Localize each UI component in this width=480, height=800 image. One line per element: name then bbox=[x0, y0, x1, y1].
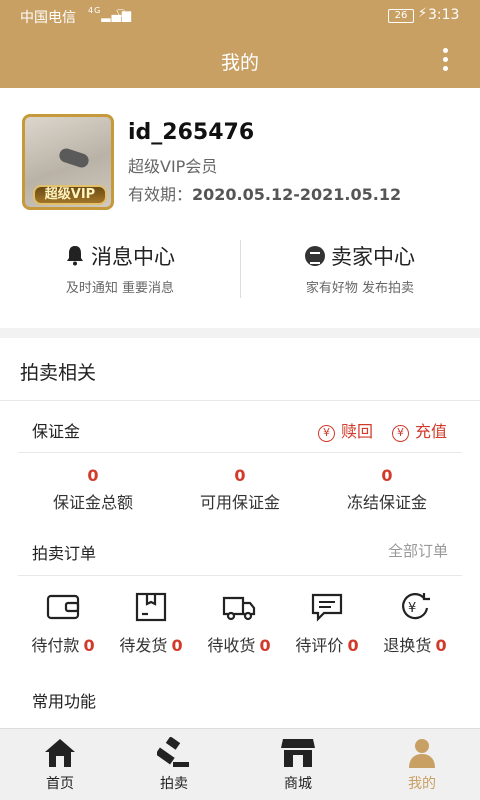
deposit-total[interactable]: 0 保证金总额 bbox=[18, 466, 168, 513]
common-functions-label: 常用功能 bbox=[32, 692, 97, 711]
avatar-figure bbox=[57, 146, 91, 170]
seller-center-subtitle: 家有好物 发布拍卖 bbox=[305, 281, 415, 296]
validity-value: 2020.05.12-2021.05.12 bbox=[192, 185, 402, 204]
tab-label: 商城 bbox=[284, 776, 312, 792]
more-menu-button[interactable] bbox=[432, 44, 460, 76]
order-state-count: 0 bbox=[259, 636, 271, 655]
order-state-label: 待付款 bbox=[31, 636, 80, 655]
coins-icon bbox=[305, 246, 325, 266]
network-type-label: 4G bbox=[88, 6, 102, 15]
deposit-frozen[interactable]: 0 冻结保证金 bbox=[312, 466, 462, 513]
membership-level: 超级VIP会员 bbox=[128, 157, 218, 176]
battery-level: 26 bbox=[394, 10, 408, 21]
order-state-label: 待评价 bbox=[295, 636, 344, 655]
home-icon bbox=[45, 739, 75, 767]
stat-label: 可用保证金 bbox=[199, 493, 280, 512]
wifi-icon: ⌔ bbox=[114, 6, 128, 22]
gavel-icon bbox=[157, 737, 189, 767]
tab-store[interactable]: 商城 bbox=[238, 737, 358, 793]
membership-validity: 有效期：2020.05.12-2021.05.12 bbox=[128, 181, 401, 205]
stat-value: 0 bbox=[234, 466, 246, 485]
order-pending-payment[interactable]: 待付款 0 bbox=[18, 592, 108, 656]
auction-orders-label: 拍卖订单 bbox=[32, 544, 97, 563]
page-title: 我的 bbox=[220, 52, 259, 74]
vip-badge: 超级VIP bbox=[33, 185, 107, 205]
recharge-label: 充值 bbox=[415, 422, 448, 441]
order-pending-review[interactable]: 待评价 0 bbox=[282, 592, 372, 656]
tab-label: 我的 bbox=[408, 776, 436, 792]
user-id: id_265476 bbox=[128, 120, 255, 145]
recharge-button[interactable]: ¥ 充值 bbox=[392, 418, 447, 442]
deposit-label: 保证金 bbox=[32, 422, 81, 441]
tab-auction[interactable]: 拍卖 bbox=[114, 737, 234, 793]
order-pending-shipment[interactable]: 待发货 0 bbox=[106, 592, 196, 656]
seller-center-title: 卖家中心 bbox=[331, 245, 415, 269]
stat-value: 0 bbox=[87, 466, 99, 485]
stat-label: 冻结保证金 bbox=[346, 493, 427, 512]
redeem-icon: ¥ bbox=[318, 425, 335, 442]
more-dot-icon bbox=[443, 48, 448, 53]
profile-card: 超级VIP id_265476 超级VIP会员 有效期：2020.05.12-2… bbox=[0, 88, 480, 328]
charging-icon: ⚡ bbox=[418, 6, 428, 21]
bell-icon bbox=[67, 246, 83, 266]
order-state-count: 0 bbox=[347, 636, 359, 655]
validity-label: 有效期： bbox=[128, 185, 193, 204]
battery-icon: 26 bbox=[388, 9, 414, 23]
order-state-count: 0 bbox=[83, 636, 95, 655]
truck-icon bbox=[222, 596, 256, 621]
tab-label: 首页 bbox=[46, 776, 74, 792]
all-orders-link[interactable]: 全部订单 bbox=[388, 540, 448, 561]
divider bbox=[0, 400, 480, 401]
divider bbox=[18, 575, 462, 576]
recharge-icon: ¥ bbox=[392, 425, 409, 442]
status-bar: 中国电信 4G▂▄▆ ⌔ 26 ⚡ 3:13 bbox=[0, 0, 480, 32]
stat-label: 保证金总额 bbox=[52, 493, 133, 512]
refund-icon: ¥ bbox=[402, 593, 430, 620]
bottom-tab-bar: 首页 拍卖 商城 我的 bbox=[0, 728, 480, 800]
deposit-available[interactable]: 0 可用保证金 bbox=[165, 466, 315, 513]
message-center-button[interactable]: 消息中心 及时通知 重要消息 bbox=[0, 241, 240, 296]
tab-home[interactable]: 首页 bbox=[0, 737, 120, 793]
order-returns[interactable]: ¥ 退换货 0 bbox=[370, 592, 460, 656]
message-center-title: 消息中心 bbox=[91, 245, 175, 269]
avatar[interactable]: 超级VIP bbox=[22, 114, 114, 210]
svg-text:¥: ¥ bbox=[408, 601, 416, 616]
order-state-label: 退换货 bbox=[383, 636, 432, 655]
store-icon bbox=[281, 739, 315, 767]
order-state-count: 0 bbox=[171, 636, 183, 655]
order-state-label: 待发货 bbox=[119, 636, 168, 655]
package-icon bbox=[135, 592, 167, 622]
section-title: 拍卖相关 bbox=[20, 362, 97, 384]
more-dot-icon bbox=[443, 66, 448, 71]
tab-mine[interactable]: 我的 bbox=[362, 737, 480, 793]
carrier-label: 中国电信 bbox=[20, 10, 76, 26]
more-dot-icon bbox=[443, 57, 448, 62]
person-icon bbox=[409, 739, 435, 768]
redeem-button[interactable]: ¥ 赎回 bbox=[318, 418, 373, 442]
message-center-subtitle: 及时通知 重要消息 bbox=[65, 281, 175, 296]
comment-icon bbox=[311, 593, 343, 622]
tab-label: 拍卖 bbox=[160, 776, 188, 792]
auction-section: 拍卖相关 保证金 ¥ 赎回 ¥ 充值 0 保证金总额 0 可用保证金 0 冻结保证金… bbox=[0, 338, 480, 728]
header-bar: 中国电信 4G▂▄▆ ⌔ 26 ⚡ 3:13 我的 bbox=[0, 0, 480, 88]
divider bbox=[18, 452, 462, 453]
order-pending-receipt[interactable]: 待收货 0 bbox=[194, 592, 284, 656]
wallet-icon bbox=[46, 594, 80, 620]
order-state-label: 待收货 bbox=[207, 636, 256, 655]
redeem-label: 赎回 bbox=[341, 422, 374, 441]
clock: 3:13 bbox=[428, 7, 460, 23]
seller-center-button[interactable]: 卖家中心 家有好物 发布拍卖 bbox=[240, 241, 480, 296]
order-state-count: 0 bbox=[435, 636, 447, 655]
stat-value: 0 bbox=[381, 466, 393, 485]
